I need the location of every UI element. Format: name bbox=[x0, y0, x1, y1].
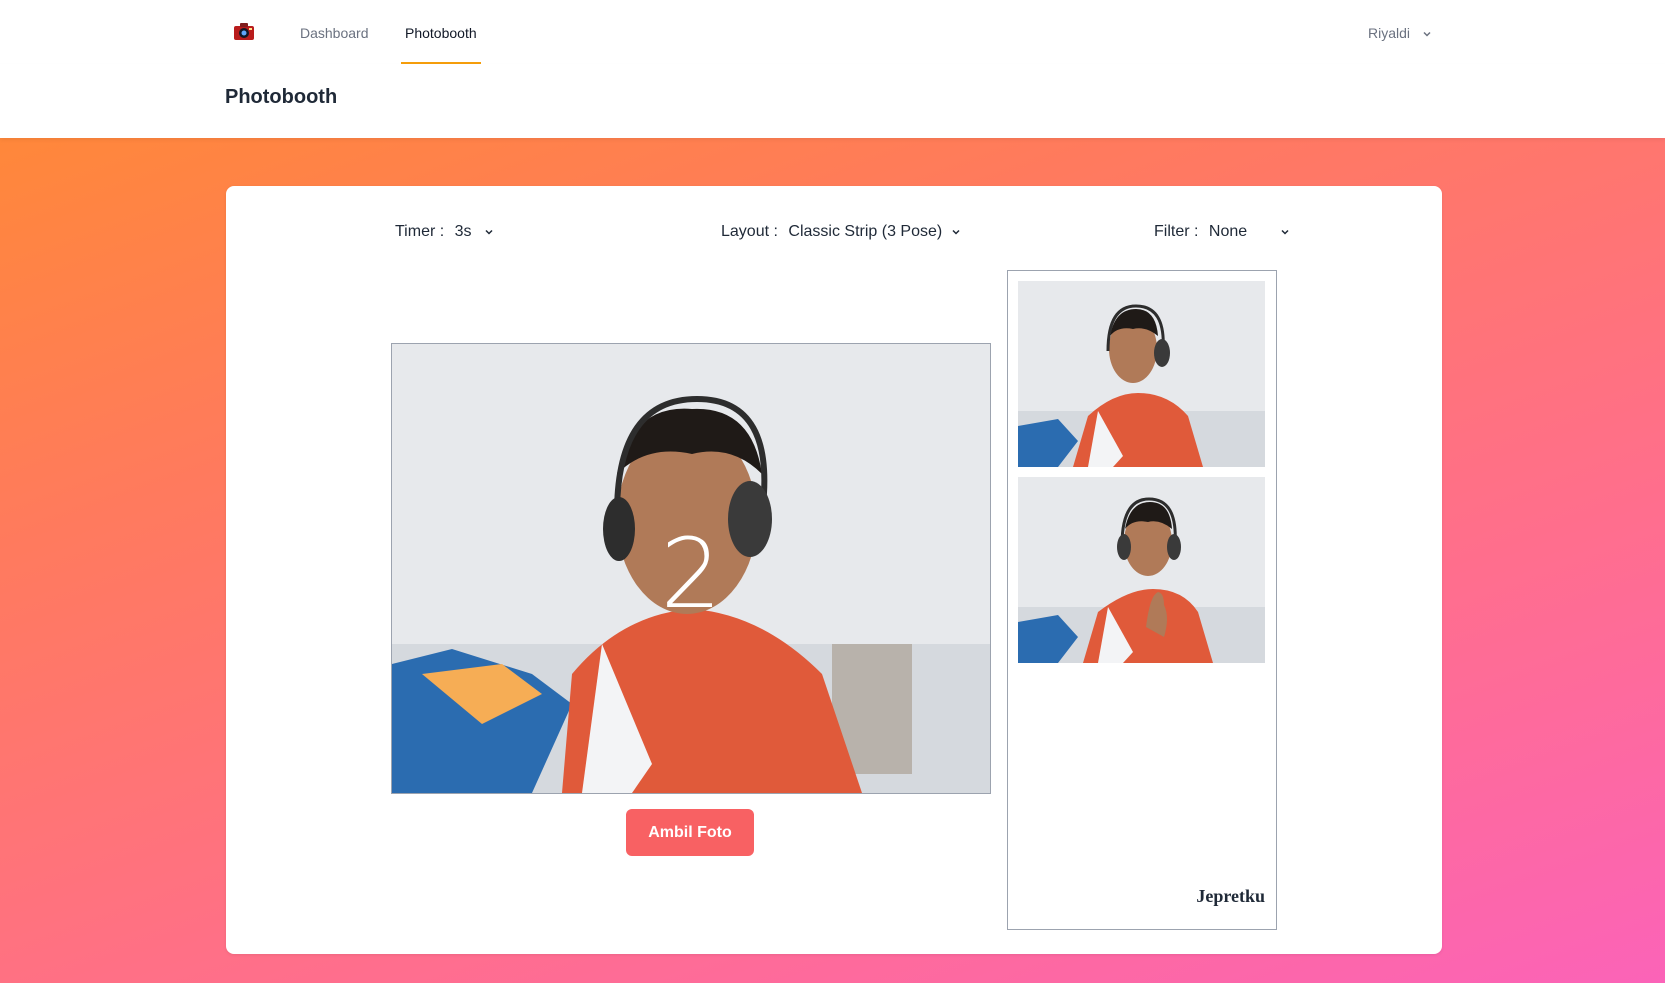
user-name: Riyaldi bbox=[1368, 25, 1411, 41]
strip-photo-2 bbox=[1018, 477, 1265, 663]
layout-select[interactable]: Layout : Classic Strip (3 Pose) bbox=[721, 223, 961, 241]
nav-link-dashboard[interactable]: Dashboard bbox=[300, 0, 369, 64]
chevron-down-icon[interactable] bbox=[1280, 227, 1290, 237]
top-navbar: Dashboard Photobooth Riyaldi bbox=[0, 0, 1665, 65]
captured-photo-image bbox=[1018, 477, 1265, 663]
camera-logo-icon[interactable] bbox=[232, 20, 256, 44]
take-photo-button[interactable]: Ambil Foto bbox=[626, 809, 754, 856]
countdown-number: 2 bbox=[660, 518, 722, 630]
captured-photo-image bbox=[1018, 281, 1265, 467]
chevron-down-icon[interactable] bbox=[951, 227, 961, 237]
page-header: Photobooth bbox=[0, 64, 1665, 138]
photo-strip-preview: Jepretku bbox=[1007, 270, 1277, 930]
chevron-down-icon[interactable] bbox=[484, 227, 494, 237]
page-title: Photobooth bbox=[225, 86, 338, 108]
filter-value[interactable]: None bbox=[1209, 223, 1247, 240]
user-menu[interactable]: Riyaldi bbox=[1368, 0, 1432, 64]
strip-photo-1 bbox=[1018, 281, 1265, 467]
timer-label: Timer : bbox=[395, 223, 445, 240]
filter-select[interactable]: Filter : None bbox=[1154, 223, 1290, 241]
strip-brand-label: Jepretku bbox=[1196, 886, 1265, 906]
camera-preview: 2 bbox=[391, 343, 991, 794]
photobooth-card: Timer : 3s Layout : Classic Strip (3 Pos… bbox=[226, 186, 1442, 954]
timer-select[interactable]: Timer : 3s bbox=[395, 223, 494, 241]
nav-link-photobooth[interactable]: Photobooth bbox=[401, 0, 481, 64]
layout-label: Layout : bbox=[721, 223, 778, 240]
layout-value[interactable]: Classic Strip (3 Pose) bbox=[788, 223, 942, 240]
timer-value[interactable]: 3s bbox=[455, 223, 472, 240]
filter-label: Filter : bbox=[1154, 223, 1199, 240]
chevron-down-icon bbox=[1422, 29, 1432, 39]
